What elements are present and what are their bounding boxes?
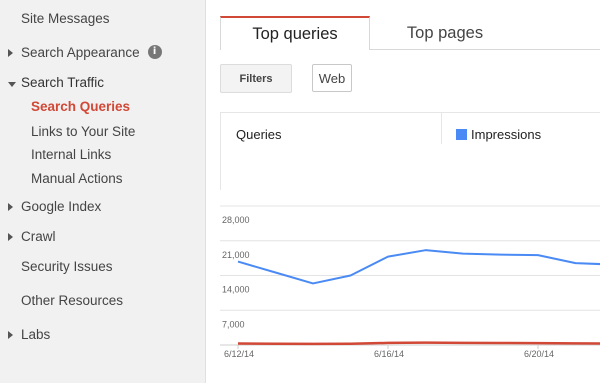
sidebar-item-label: Search Traffic: [21, 74, 105, 90]
x-tick-label: 6/12/14: [224, 349, 254, 359]
sidebar-item-labs[interactable]: Labs: [0, 322, 206, 346]
filters-button[interactable]: Filters: [220, 64, 292, 93]
legend-label: Impressions: [471, 127, 542, 142]
sidebar-item-manual-actions[interactable]: Manual Actions: [0, 166, 206, 190]
tab-top-pages[interactable]: Top pages: [370, 16, 520, 50]
sidebar-item-search-traffic[interactable]: Search Traffic: [0, 70, 206, 94]
chevron-right-icon: [8, 202, 13, 211]
y-tick-label: 14,000: [222, 285, 250, 295]
sidebar-item-other-resources[interactable]: Other Resources: [0, 288, 206, 312]
sidebar-item-crawl[interactable]: Crawl: [0, 224, 206, 248]
sidebar-item-label: Internal Links: [31, 146, 112, 162]
series-line-queries: [237, 341, 600, 346]
sidebar-item-label: Security Issues: [21, 258, 113, 274]
chevron-right-icon: [8, 232, 13, 241]
tab-top-queries[interactable]: Top queries: [220, 16, 370, 50]
web-filter-chip[interactable]: Web: [312, 64, 352, 92]
sidebar-item-label: Google Index: [21, 198, 102, 214]
sidebar-item-label: Crawl: [21, 228, 56, 244]
sidebar-item-internal-links[interactable]: Internal Links: [0, 142, 206, 166]
sidebar-item-site-messages[interactable]: Site Messages: [0, 6, 206, 30]
sidebar-item-label: Manual Actions: [31, 170, 123, 186]
sidebar-item-security-issues[interactable]: Security Issues: [0, 254, 206, 278]
chevron-down-icon: [8, 81, 16, 87]
sidebar-item-label: Labs: [21, 326, 51, 342]
chevron-right-icon: [8, 48, 13, 57]
impressions-chart: 28,000 21,000 14,000 7,000 6/12/14 6/16/14 6/2…: [220, 205, 600, 359]
sidebar: Site Messages Search Appearance i Search…: [0, 0, 206, 383]
sidebar-item-label: Links to Your Site: [31, 123, 136, 139]
queries-metric-label[interactable]: Queries: [236, 127, 282, 142]
sidebar-item-label: Search Queries: [31, 98, 131, 114]
y-tick-label: 28,000: [222, 215, 250, 225]
series-line-impressions: [237, 249, 600, 285]
tab-bar: Top queries Top pages: [220, 16, 600, 50]
sidebar-item-label: Site Messages: [21, 10, 110, 26]
info-icon[interactable]: i: [147, 45, 162, 59]
sidebar-item-label: Search Appearance: [21, 44, 140, 60]
metric-divider: [441, 112, 442, 144]
sidebar-item-google-index[interactable]: Google Index: [0, 194, 206, 218]
legend-swatch: [456, 129, 467, 140]
chart-panel: [220, 112, 600, 190]
sidebar-item-search-appearance[interactable]: Search Appearance i: [0, 40, 206, 64]
chevron-right-icon: [8, 330, 13, 339]
tab-divider: [370, 49, 600, 50]
y-tick-label: 21,000: [222, 250, 250, 260]
sidebar-item-label: Other Resources: [21, 292, 124, 308]
sidebar-item-search-queries[interactable]: Search Queries: [0, 94, 206, 118]
y-tick-label: 7,000: [222, 319, 245, 329]
x-tick-label: 6/20/14: [524, 349, 554, 359]
x-tick-label: 6/16/14: [374, 349, 404, 359]
sidebar-item-links-to-your-site[interactable]: Links to Your Site: [0, 119, 206, 143]
legend-impressions[interactable]: Impressions: [456, 127, 541, 142]
